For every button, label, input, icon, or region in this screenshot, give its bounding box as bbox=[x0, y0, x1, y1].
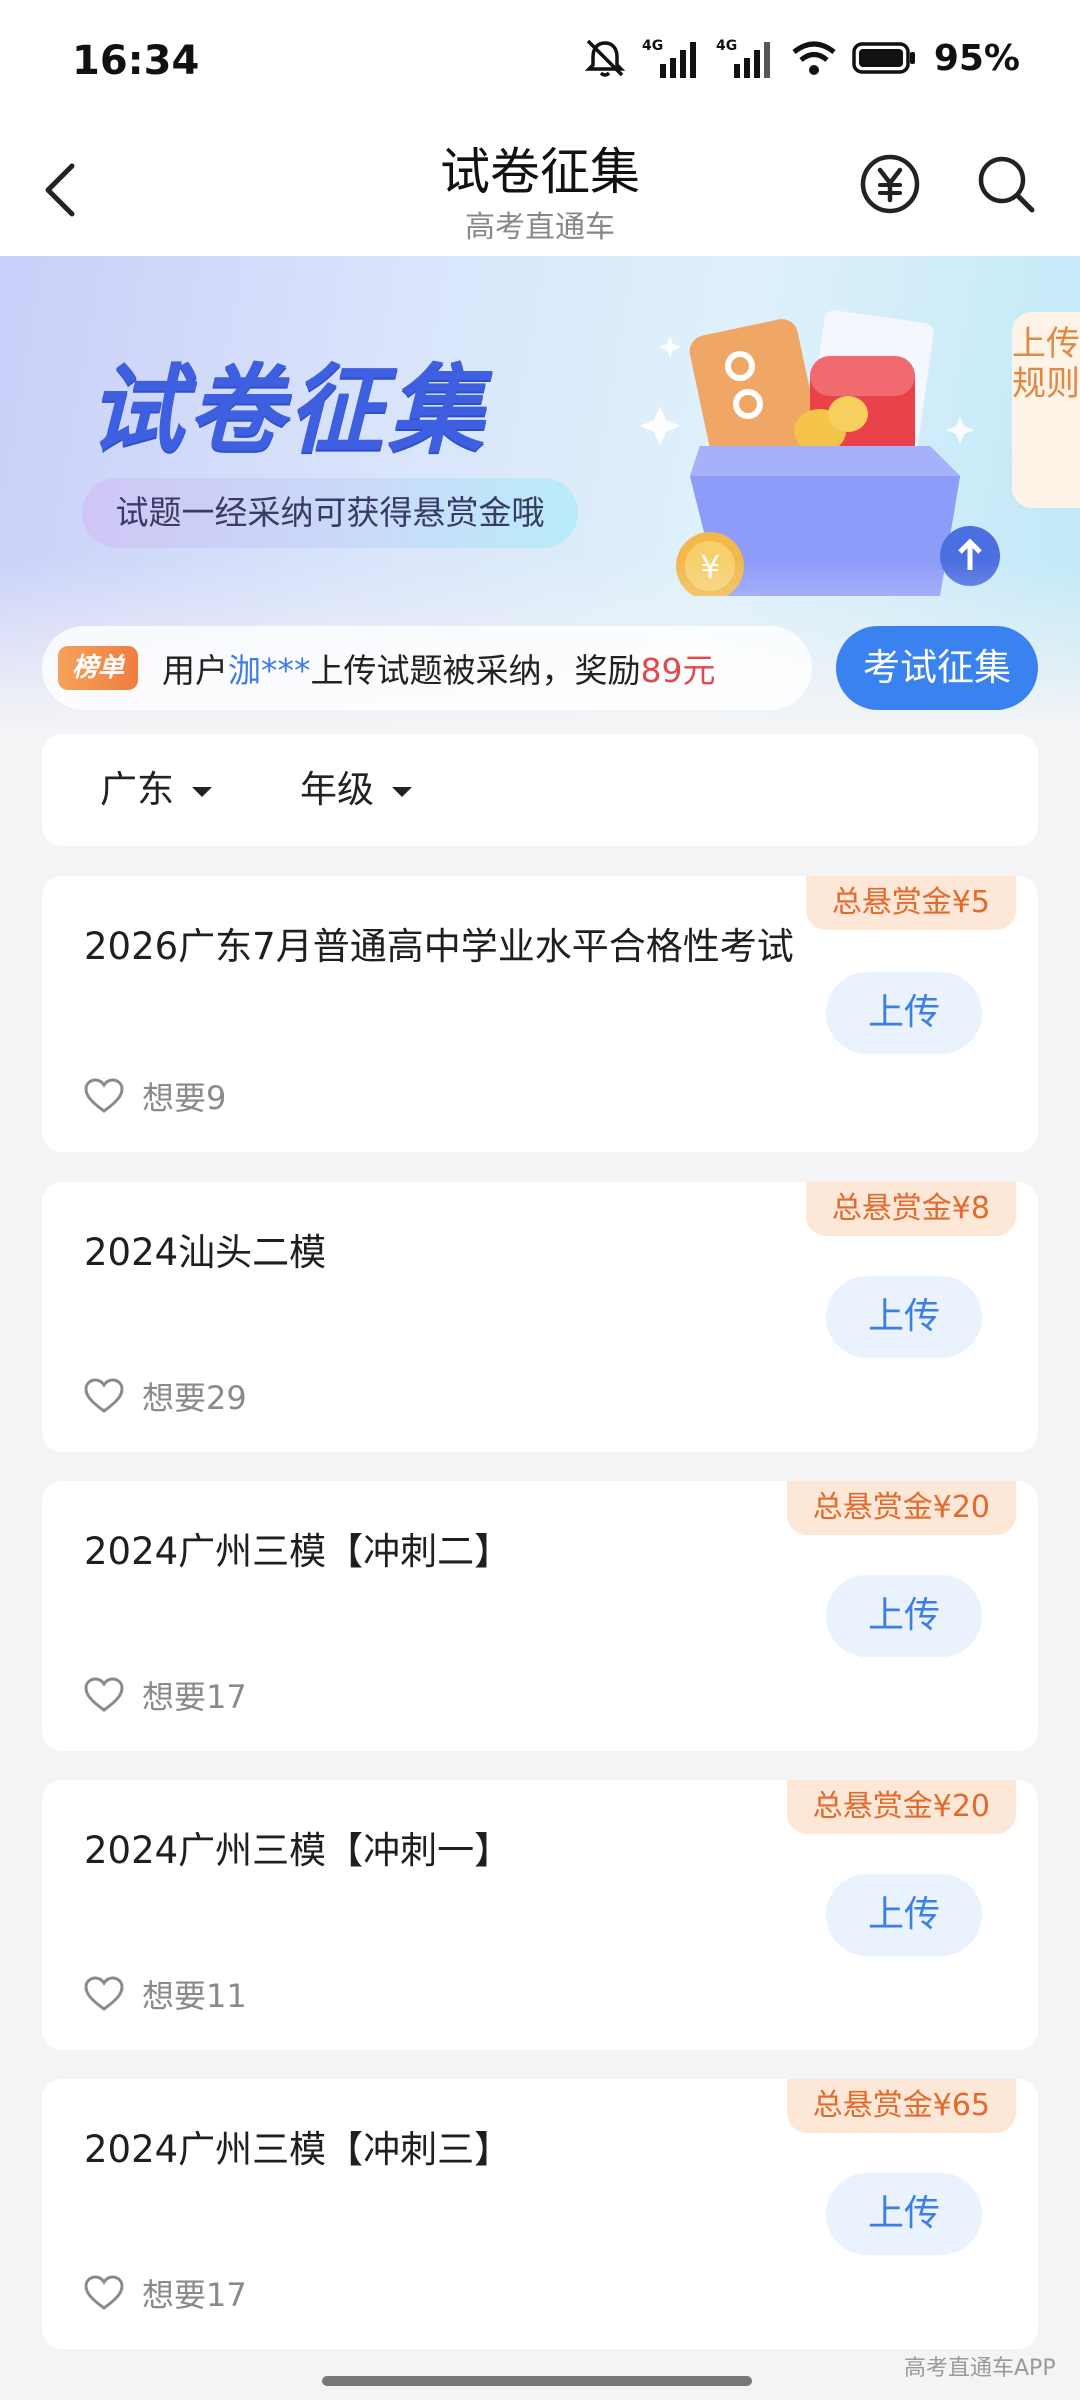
exam-title: 2024广州三模【冲刺三】 bbox=[84, 2128, 512, 2171]
upload-button[interactable]: 上传 bbox=[826, 1575, 982, 1657]
want-count[interactable]: 想要11 bbox=[84, 1972, 247, 2016]
heart-icon bbox=[84, 1378, 124, 1413]
banner-title: 试卷征集 bbox=[88, 354, 488, 466]
top-nav-bar: 试卷征集 高考直通车 bbox=[0, 120, 1080, 256]
heart-icon bbox=[84, 1078, 124, 1113]
signal-4g-icon: 4G bbox=[642, 38, 696, 78]
caret-down-icon bbox=[192, 786, 212, 797]
banner-tagline: 试题一经采纳可获得悬赏金哦 bbox=[82, 478, 578, 548]
exam-title: 2024汕头二模 bbox=[84, 1231, 327, 1274]
bounty-badge: 总悬赏金¥20 bbox=[786, 1481, 1016, 1535]
want-label: 想要11 bbox=[142, 1977, 247, 2015]
battery-icon bbox=[852, 42, 915, 74]
ticker-message: 用户泇***上传试题被采纳，奖励89元 bbox=[162, 644, 716, 692]
exam-card[interactable]: 总悬赏金¥20 2024广州三模【冲刺二】 上传 想要17 bbox=[42, 1481, 1038, 1751]
status-icons: 4G 4G 95% bbox=[582, 36, 1020, 80]
want-count[interactable]: 想要29 bbox=[84, 1374, 247, 1418]
upload-button[interactable]: 上传 bbox=[826, 972, 982, 1054]
ticker-prefix: 用户 bbox=[162, 651, 228, 690]
region-filter[interactable]: 广东 bbox=[100, 734, 212, 846]
svg-text:4G: 4G bbox=[716, 38, 737, 54]
want-label: 想要29 bbox=[142, 1379, 247, 1417]
bounty-badge: 总悬赏金¥65 bbox=[786, 2079, 1016, 2133]
exam-title: 2026广东7月普通高中学业水平合格性考试 bbox=[84, 925, 794, 968]
bounty-badge: 总悬赏金¥20 bbox=[786, 1780, 1016, 1834]
want-count[interactable]: 想要17 bbox=[84, 1673, 247, 1717]
ticker-middle: 上传试题被采纳，奖励 bbox=[310, 651, 641, 690]
upload-button[interactable]: 上传 bbox=[826, 2173, 982, 2255]
ticker-reward: 89元 bbox=[640, 651, 716, 690]
want-label: 想要9 bbox=[142, 1079, 227, 1117]
caret-down-icon bbox=[392, 786, 412, 797]
ranking-badge[interactable]: 榜单 bbox=[58, 646, 138, 690]
heart-icon bbox=[84, 2275, 124, 2310]
want-label: 想要17 bbox=[142, 1678, 247, 1716]
home-indicator[interactable] bbox=[322, 2376, 752, 2386]
want-count[interactable]: 想要17 bbox=[84, 2271, 247, 2315]
upload-button[interactable]: 上传 bbox=[826, 1276, 982, 1358]
status-bar: 16:34 4G 4G 95% bbox=[0, 0, 1080, 120]
yen-wallet-icon[interactable] bbox=[858, 152, 922, 216]
grade-filter[interactable]: 年级 bbox=[300, 734, 412, 846]
wifi-icon bbox=[792, 41, 836, 75]
exam-title: 2024广州三模【冲刺一】 bbox=[84, 1829, 512, 1872]
signal-4g-icon-2: 4G bbox=[716, 38, 770, 78]
app-watermark: 高考直通车APP bbox=[904, 2356, 1056, 2381]
exam-card[interactable]: 总悬赏金¥8 2024汕头二模 上传 想要29 bbox=[42, 1182, 1038, 1452]
heart-icon bbox=[84, 1677, 124, 1712]
mute-icon bbox=[584, 39, 626, 77]
status-time: 16:34 bbox=[72, 38, 200, 84]
reward-ticker: 榜单 用户泇***上传试题被采纳，奖励89元 bbox=[42, 626, 812, 710]
ticker-user: 泇*** bbox=[228, 651, 311, 690]
exam-card[interactable]: 总悬赏金¥5 2026广东7月普通高中学业水平合格性考试 上传 想要9 bbox=[42, 876, 1038, 1152]
exam-title: 2024广州三模【冲刺二】 bbox=[84, 1530, 512, 1573]
search-icon[interactable] bbox=[976, 154, 1036, 214]
want-label: 想要17 bbox=[142, 2276, 247, 2314]
exam-collection-button[interactable]: 考试征集 bbox=[836, 626, 1038, 710]
gift-box-illustration: ¥ bbox=[640, 310, 1000, 596]
bounty-badge: 总悬赏金¥5 bbox=[805, 876, 1016, 930]
bounty-badge: 总悬赏金¥8 bbox=[805, 1182, 1016, 1236]
want-count[interactable]: 想要9 bbox=[84, 1074, 226, 1118]
exam-card[interactable]: 总悬赏金¥65 2024广州三模【冲刺三】 上传 想要17 bbox=[42, 2079, 1038, 2349]
filter-bar: 广东 年级 bbox=[42, 734, 1038, 846]
svg-text:4G: 4G bbox=[642, 38, 663, 54]
grade-filter-label: 年级 bbox=[300, 768, 374, 811]
exam-card[interactable]: 总悬赏金¥20 2024广州三模【冲刺一】 上传 想要11 bbox=[42, 1780, 1038, 2050]
heart-icon bbox=[84, 1976, 124, 2011]
upload-button[interactable]: 上传 bbox=[826, 1874, 982, 1956]
region-filter-label: 广东 bbox=[100, 768, 174, 811]
battery-percent: 95% bbox=[933, 37, 1020, 79]
upload-rules-tab[interactable]: 上传规则 bbox=[1012, 312, 1080, 508]
